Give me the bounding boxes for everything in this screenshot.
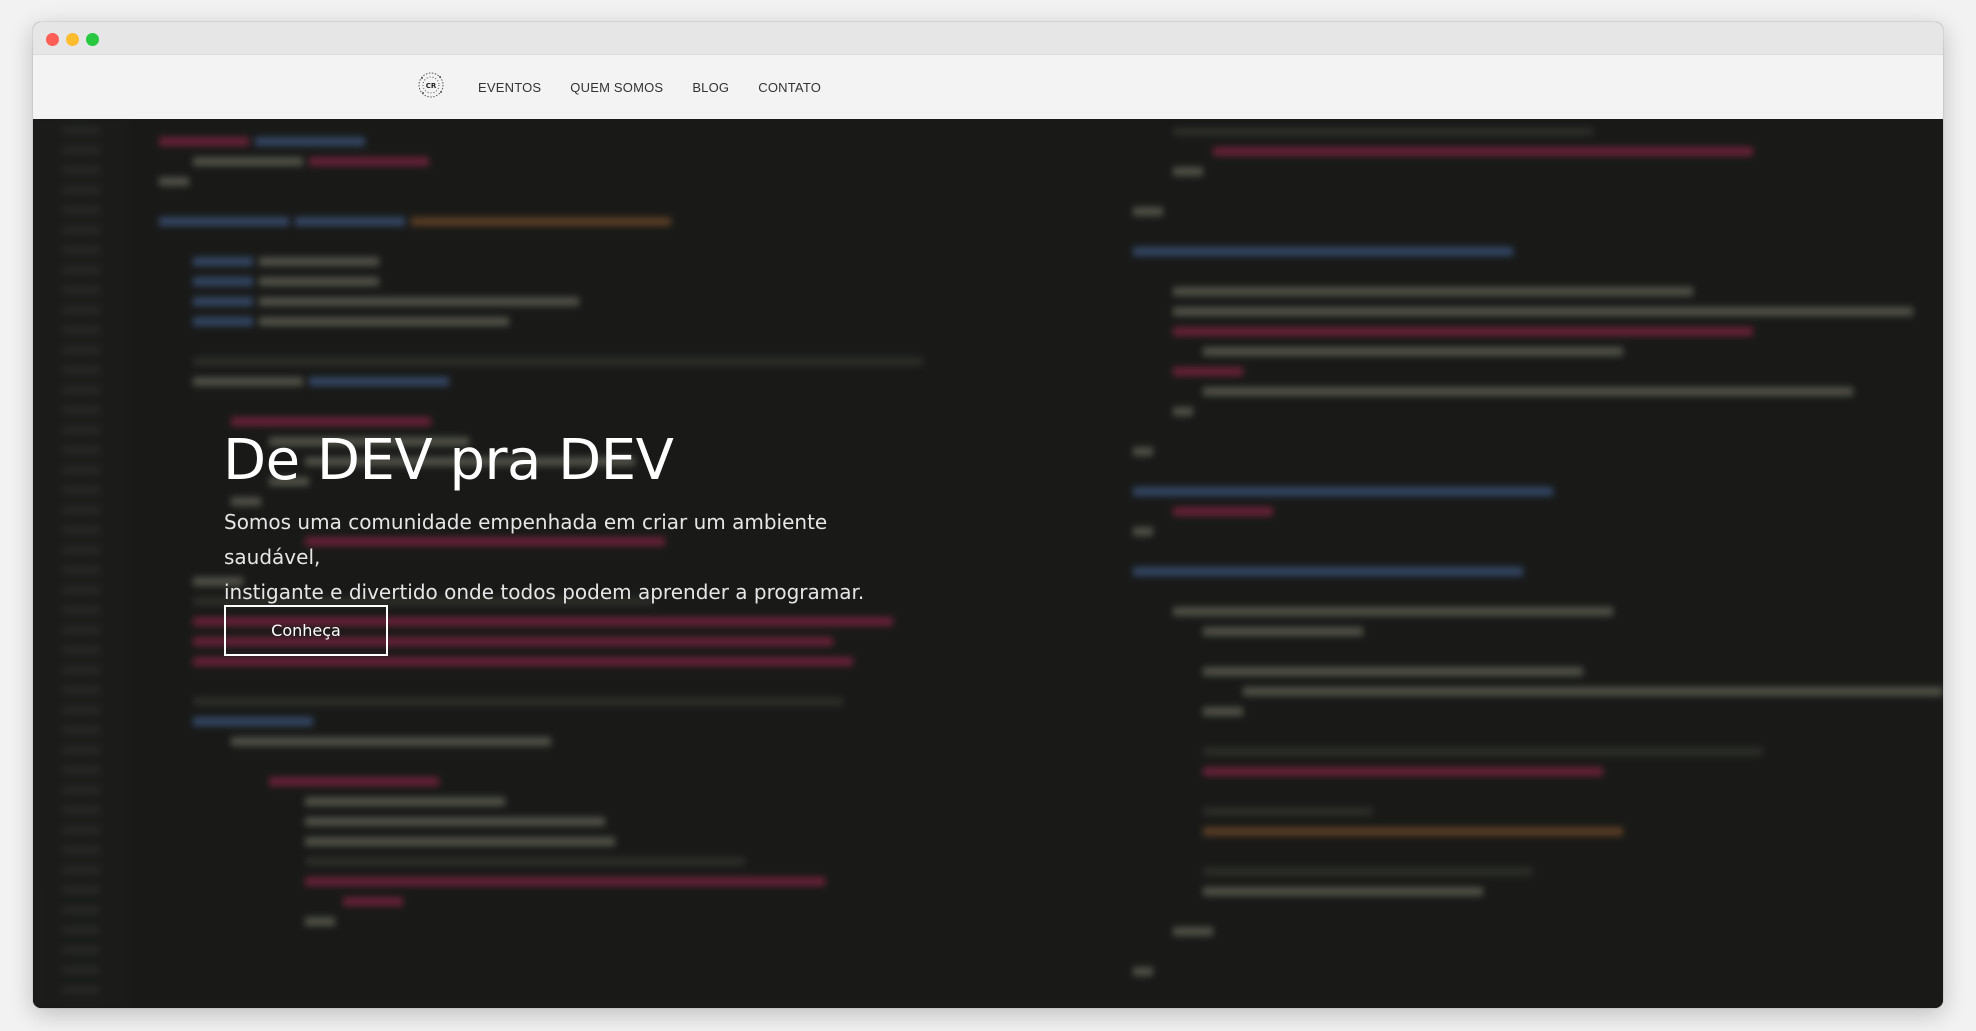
hero-description: Somos uma comunidade empenhada em criar … [224,505,924,610]
minimize-dot-icon[interactable] [66,33,79,46]
nav-link-quem-somos[interactable]: QUEM SOMOS [570,80,663,95]
hero-description-line1: Somos uma comunidade empenhada em criar … [224,510,828,569]
hero-title: De DEV pra DEV [223,428,674,493]
browser-window: CR EVENTOS QUEM SOMOS BLOG CONTATO De DE… [33,22,1943,1008]
nav-link-contato[interactable]: CONTATO [758,80,821,95]
nav-links: EVENTOS QUEM SOMOS BLOG CONTATO [478,55,850,119]
nav-link-eventos[interactable]: EVENTOS [478,80,541,95]
hero-description-line2: instigante e divertido onde todos podem … [224,580,865,604]
cr-logo-icon[interactable]: CR [416,70,446,100]
conheca-button[interactable]: Conheça [224,605,388,656]
window-titlebar [33,22,1943,55]
logo-text: CR [426,82,437,90]
nav-link-blog[interactable]: BLOG [692,80,729,95]
close-dot-icon[interactable] [46,33,59,46]
maximize-dot-icon[interactable] [86,33,99,46]
site-navbar: CR EVENTOS QUEM SOMOS BLOG CONTATO [33,55,1943,120]
